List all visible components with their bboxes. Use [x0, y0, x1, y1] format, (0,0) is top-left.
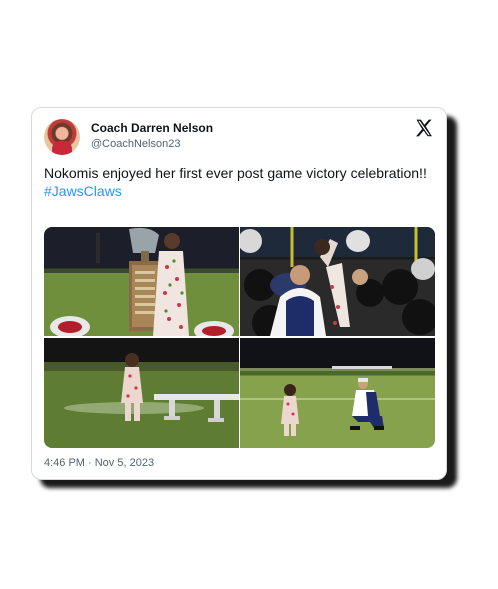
tweet-body: Nokomis enjoyed her first ever post game… — [44, 165, 427, 181]
celebration-scene — [240, 227, 435, 336]
trophy-scene — [50, 227, 234, 336]
hashtag-link[interactable]: #JawsClaws — [44, 182, 434, 200]
trophy-photo[interactable] — [44, 227, 239, 336]
tweet-card[interactable]: Coach Darren Nelson @CoachNelson23 Nokom… — [31, 107, 447, 480]
timestamp[interactable]: 4:46 PM · Nov 5, 2023 — [44, 457, 154, 469]
bench-scene — [64, 353, 239, 422]
field-bench-photo[interactable] — [44, 338, 239, 448]
author-name[interactable]: Coach Darren Nelson — [91, 121, 213, 135]
photo-grid — [44, 227, 435, 448]
coach-kneeling-photo[interactable] — [240, 338, 435, 448]
tweet-text: Nokomis enjoyed her first ever post game… — [44, 164, 434, 200]
coach-scene — [240, 366, 435, 436]
author-handle[interactable]: @CoachNelson23 — [91, 138, 180, 150]
team-celebration-photo[interactable] — [240, 227, 435, 336]
avatar[interactable] — [44, 119, 80, 155]
x-logo-icon[interactable] — [414, 118, 434, 138]
